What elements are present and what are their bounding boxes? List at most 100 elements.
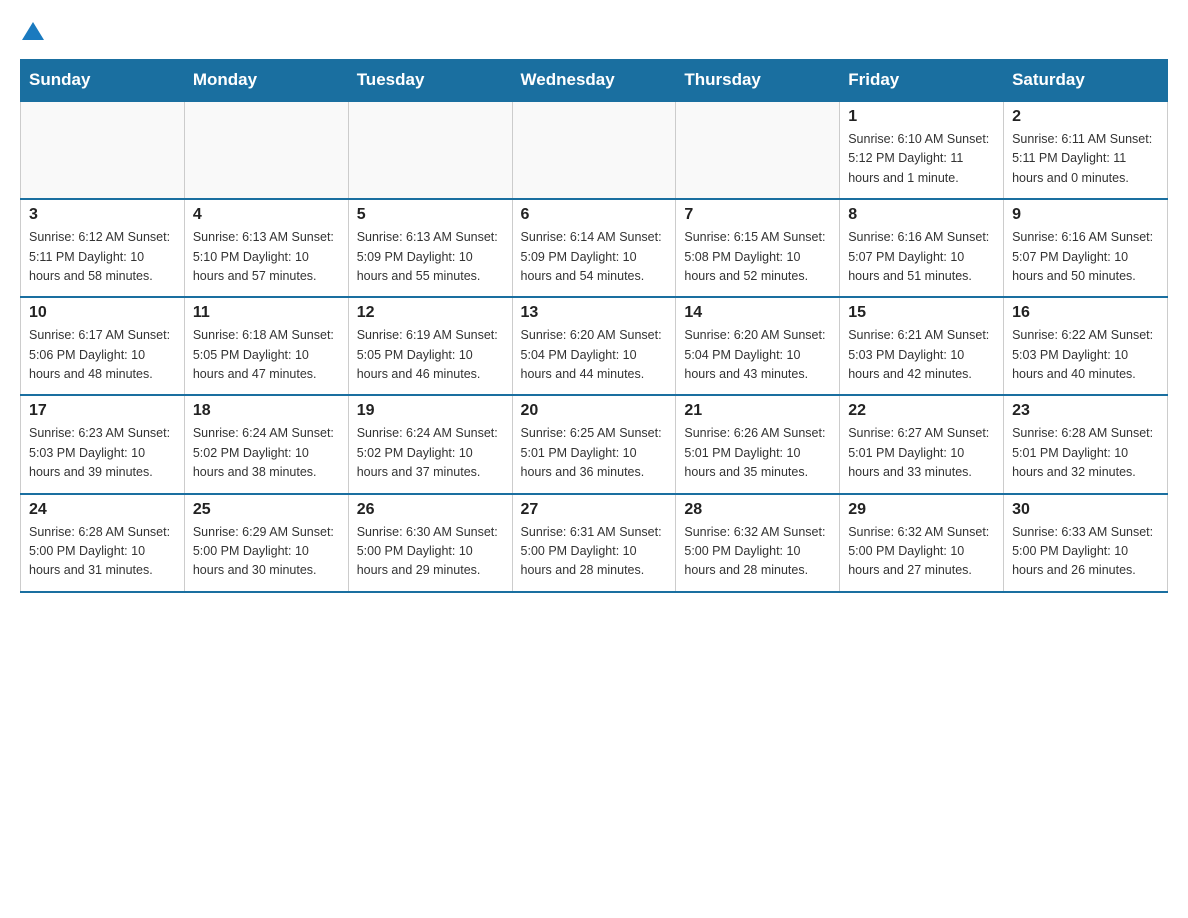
- page-header: [20, 20, 1168, 39]
- calendar-cell: [348, 101, 512, 199]
- calendar-cell: 11 Sunrise: 6:18 AM Sunset: 5:05 PM Dayli…: [184, 297, 348, 395]
- calendar-week-row-4: 17Sunrise: 6:23 AM Sunset: 5:03 PM Dayli…: [21, 395, 1168, 493]
- day-info: Sunrise: 6:28 AM Sunset: 5:01 PM Dayligh…: [1012, 424, 1159, 482]
- day-info: Sunrise: 6:21 AM Sunset: 5:03 PM Dayligh…: [848, 326, 995, 384]
- calendar-cell: 1 Sunrise: 6:10 AM Sunset: 5:12 PM Daylig…: [840, 101, 1004, 199]
- calendar-cell: 22 Sunrise: 6:27 AM Sunset: 5:01 PM Dayli…: [840, 395, 1004, 493]
- day-number: 16: [1012, 304, 1159, 322]
- calendar-cell: [21, 101, 185, 199]
- day-info: Sunrise: 6:13 AM Sunset: 5:09 PM Dayligh…: [357, 228, 504, 286]
- calendar-cell: [512, 101, 676, 199]
- calendar-cell: 2 Sunrise: 6:11 AM Sunset: 5:11 PM Daylig…: [1004, 101, 1168, 199]
- day-info: Sunrise: 6:28 AM Sunset: 5:00 PM Dayligh…: [29, 523, 176, 581]
- day-info: Sunrise: 6:32 AM Sunset: 5:00 PM Dayligh…: [848, 523, 995, 581]
- day-info: Sunrise: 6:27 AM Sunset: 5:01 PM Dayligh…: [848, 424, 995, 482]
- calendar-cell: 15 Sunrise: 6:21 AM Sunset: 5:03 PM Dayli…: [840, 297, 1004, 395]
- day-number: 28: [684, 501, 831, 519]
- day-number: 5: [357, 206, 504, 224]
- calendar-cell: 28 Sunrise: 6:32 AM Sunset: 5:00 PM Dayli…: [676, 494, 840, 592]
- day-number: 15: [848, 304, 995, 322]
- day-number: 30: [1012, 501, 1159, 519]
- day-info: Sunrise: 6:20 AM Sunset: 5:04 PM Dayligh…: [684, 326, 831, 384]
- day-number: 14: [684, 304, 831, 322]
- calendar-header-thursday: Thursday: [676, 60, 840, 102]
- calendar-cell: 19Sunrise: 6:24 AM Sunset: 5:02 PM Dayli…: [348, 395, 512, 493]
- day-info: Sunrise: 6:17 AM Sunset: 5:06 PM Dayligh…: [29, 326, 176, 384]
- day-number: 11: [193, 304, 340, 322]
- calendar-cell: 5 Sunrise: 6:13 AM Sunset: 5:09 PM Daylig…: [348, 199, 512, 297]
- day-info: Sunrise: 6:16 AM Sunset: 5:07 PM Dayligh…: [848, 228, 995, 286]
- day-number: 4: [193, 206, 340, 224]
- day-info: Sunrise: 6:12 AM Sunset: 5:11 PM Dayligh…: [29, 228, 176, 286]
- calendar-cell: 16 Sunrise: 6:22 AM Sunset: 5:03 PM Dayli…: [1004, 297, 1168, 395]
- day-number: 8: [848, 206, 995, 224]
- day-info: Sunrise: 6:15 AM Sunset: 5:08 PM Dayligh…: [684, 228, 831, 286]
- day-info: Sunrise: 6:31 AM Sunset: 5:00 PM Dayligh…: [521, 523, 668, 581]
- day-info: Sunrise: 6:18 AM Sunset: 5:05 PM Dayligh…: [193, 326, 340, 384]
- day-info: Sunrise: 6:22 AM Sunset: 5:03 PM Dayligh…: [1012, 326, 1159, 384]
- calendar-cell: 6 Sunrise: 6:14 AM Sunset: 5:09 PM Daylig…: [512, 199, 676, 297]
- calendar-cell: 26Sunrise: 6:30 AM Sunset: 5:00 PM Dayli…: [348, 494, 512, 592]
- day-number: 10: [29, 304, 176, 322]
- calendar-cell: 13 Sunrise: 6:20 AM Sunset: 5:04 PM Dayli…: [512, 297, 676, 395]
- calendar-cell: 23 Sunrise: 6:28 AM Sunset: 5:01 PM Dayli…: [1004, 395, 1168, 493]
- calendar-header-monday: Monday: [184, 60, 348, 102]
- day-info: Sunrise: 6:30 AM Sunset: 5:00 PM Dayligh…: [357, 523, 504, 581]
- day-info: Sunrise: 6:26 AM Sunset: 5:01 PM Dayligh…: [684, 424, 831, 482]
- calendar-cell: 4 Sunrise: 6:13 AM Sunset: 5:10 PM Daylig…: [184, 199, 348, 297]
- day-info: Sunrise: 6:32 AM Sunset: 5:00 PM Dayligh…: [684, 523, 831, 581]
- calendar-header-sunday: Sunday: [21, 60, 185, 102]
- calendar-cell: [184, 101, 348, 199]
- calendar-header-friday: Friday: [840, 60, 1004, 102]
- day-info: Sunrise: 6:23 AM Sunset: 5:03 PM Dayligh…: [29, 424, 176, 482]
- day-info: Sunrise: 6:10 AM Sunset: 5:12 PM Dayligh…: [848, 130, 995, 188]
- day-number: 2: [1012, 108, 1159, 126]
- calendar-cell: 29 Sunrise: 6:32 AM Sunset: 5:00 PM Dayli…: [840, 494, 1004, 592]
- calendar-cell: 25 Sunrise: 6:29 AM Sunset: 5:00 PM Dayli…: [184, 494, 348, 592]
- day-number: 27: [521, 501, 668, 519]
- day-info: Sunrise: 6:11 AM Sunset: 5:11 PM Dayligh…: [1012, 130, 1159, 188]
- day-info: Sunrise: 6:14 AM Sunset: 5:09 PM Dayligh…: [521, 228, 668, 286]
- day-info: Sunrise: 6:29 AM Sunset: 5:00 PM Dayligh…: [193, 523, 340, 581]
- day-number: 23: [1012, 402, 1159, 420]
- logo-triangle-icon: [22, 22, 44, 40]
- calendar-header-saturday: Saturday: [1004, 60, 1168, 102]
- calendar-header-tuesday: Tuesday: [348, 60, 512, 102]
- day-number: 22: [848, 402, 995, 420]
- calendar-cell: 9Sunrise: 6:16 AM Sunset: 5:07 PM Daylig…: [1004, 199, 1168, 297]
- calendar-week-row-3: 10 Sunrise: 6:17 AM Sunset: 5:06 PM Dayli…: [21, 297, 1168, 395]
- day-number: 20: [521, 402, 668, 420]
- calendar-cell: 27 Sunrise: 6:31 AM Sunset: 5:00 PM Dayli…: [512, 494, 676, 592]
- day-number: 13: [521, 304, 668, 322]
- calendar-cell: 3 Sunrise: 6:12 AM Sunset: 5:11 PM Daylig…: [21, 199, 185, 297]
- day-info: Sunrise: 6:20 AM Sunset: 5:04 PM Dayligh…: [521, 326, 668, 384]
- calendar-cell: [676, 101, 840, 199]
- logo: [20, 20, 44, 39]
- day-info: Sunrise: 6:13 AM Sunset: 5:10 PM Dayligh…: [193, 228, 340, 286]
- calendar-header-row: SundayMondayTuesdayWednesdayThursdayFrid…: [21, 60, 1168, 102]
- calendar-cell: 18Sunrise: 6:24 AM Sunset: 5:02 PM Dayli…: [184, 395, 348, 493]
- calendar-week-row-5: 24 Sunrise: 6:28 AM Sunset: 5:00 PM Dayli…: [21, 494, 1168, 592]
- day-info: Sunrise: 6:19 AM Sunset: 5:05 PM Dayligh…: [357, 326, 504, 384]
- day-number: 24: [29, 501, 176, 519]
- day-number: 6: [521, 206, 668, 224]
- calendar-cell: 7 Sunrise: 6:15 AM Sunset: 5:08 PM Daylig…: [676, 199, 840, 297]
- day-info: Sunrise: 6:24 AM Sunset: 5:02 PM Dayligh…: [193, 424, 340, 482]
- calendar-table: SundayMondayTuesdayWednesdayThursdayFrid…: [20, 59, 1168, 593]
- calendar-cell: 30 Sunrise: 6:33 AM Sunset: 5:00 PM Dayli…: [1004, 494, 1168, 592]
- day-info: Sunrise: 6:33 AM Sunset: 5:00 PM Dayligh…: [1012, 523, 1159, 581]
- calendar-cell: 20Sunrise: 6:25 AM Sunset: 5:01 PM Dayli…: [512, 395, 676, 493]
- day-number: 29: [848, 501, 995, 519]
- day-number: 3: [29, 206, 176, 224]
- calendar-header-wednesday: Wednesday: [512, 60, 676, 102]
- calendar-cell: 24 Sunrise: 6:28 AM Sunset: 5:00 PM Dayli…: [21, 494, 185, 592]
- day-number: 7: [684, 206, 831, 224]
- day-number: 21: [684, 402, 831, 420]
- calendar-week-row-2: 3 Sunrise: 6:12 AM Sunset: 5:11 PM Daylig…: [21, 199, 1168, 297]
- calendar-week-row-1: 1 Sunrise: 6:10 AM Sunset: 5:12 PM Daylig…: [21, 101, 1168, 199]
- day-number: 25: [193, 501, 340, 519]
- calendar-cell: 21 Sunrise: 6:26 AM Sunset: 5:01 PM Dayli…: [676, 395, 840, 493]
- day-info: Sunrise: 6:16 AM Sunset: 5:07 PM Dayligh…: [1012, 228, 1159, 286]
- calendar-cell: 14 Sunrise: 6:20 AM Sunset: 5:04 PM Dayli…: [676, 297, 840, 395]
- day-number: 1: [848, 108, 995, 126]
